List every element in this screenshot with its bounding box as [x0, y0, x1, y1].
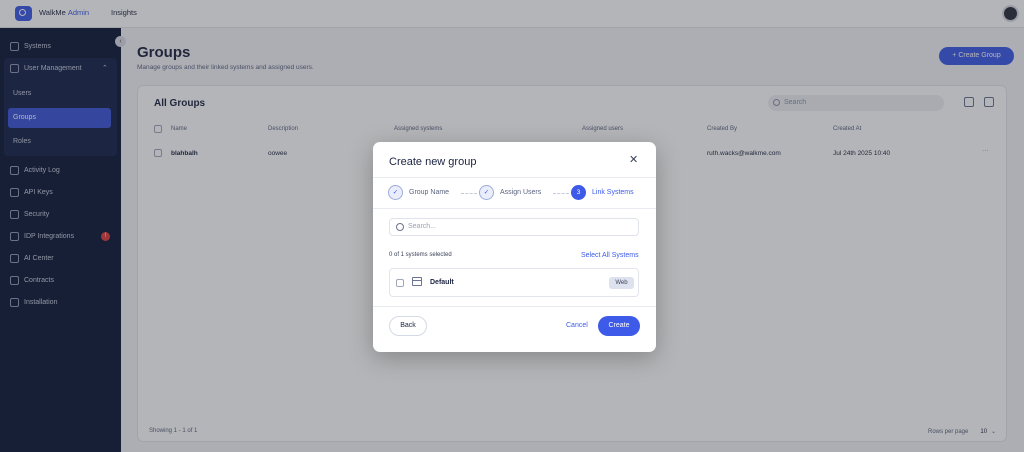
create-button[interactable]: Create	[598, 316, 640, 336]
step-label: Group Name	[409, 189, 450, 196]
divider	[373, 177, 656, 178]
modal-title: Create new group	[389, 156, 477, 168]
close-icon[interactable]: ✕	[629, 153, 638, 166]
list-item[interactable]: Default Web	[389, 268, 639, 297]
system-type-badge: Web	[609, 277, 634, 289]
step-assign-users[interactable]: ✓ Assign Users	[479, 185, 541, 200]
system-name: Default	[430, 279, 454, 286]
step-number: 3	[571, 185, 586, 200]
divider	[373, 306, 656, 307]
step-label: Assign Users	[500, 189, 542, 196]
step-label: Link Systems	[592, 189, 634, 196]
system-checkbox[interactable]	[396, 279, 404, 287]
divider	[373, 208, 656, 209]
back-button[interactable]: Back	[389, 316, 427, 336]
select-all-systems-link[interactable]: Select All Systems	[581, 252, 639, 259]
step-connector	[553, 193, 569, 194]
systems-search-input[interactable]: Search...	[389, 218, 639, 236]
check-icon: ✓	[479, 185, 494, 200]
step-connector	[461, 193, 477, 194]
check-icon: ✓	[388, 185, 403, 200]
step-group-name[interactable]: ✓ Group Name	[388, 185, 449, 200]
cancel-button[interactable]: Cancel	[566, 322, 588, 329]
selected-count: 0 of 1 systems selected	[389, 252, 452, 258]
create-group-modal: Create new group ✕ ✓ Group Name ✓ Assign U…	[373, 142, 656, 352]
browser-window-icon	[412, 277, 422, 286]
step-link-systems[interactable]: 3 Link Systems	[571, 185, 634, 200]
